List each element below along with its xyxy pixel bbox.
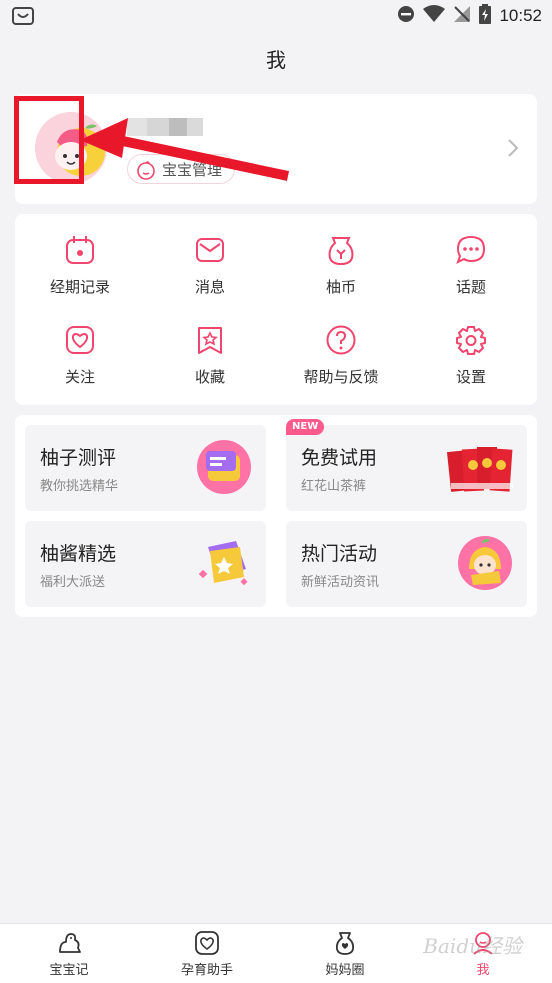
card-title: 热门活动: [301, 543, 378, 565]
card-title: 柚酱精选: [40, 543, 117, 565]
gift-star-icon: [196, 535, 252, 595]
menu-item-follow[interactable]: 关注: [15, 324, 145, 404]
menu-item-label: 收藏: [194, 368, 225, 386]
bag-heart-icon: [335, 932, 355, 955]
chevron-right-icon[interactable]: [507, 138, 519, 162]
wifi-icon: [423, 5, 446, 27]
heart-icon: [66, 326, 94, 354]
annotation-arrow: [70, 110, 292, 186]
card-subtitle: 教你挑选精华: [40, 479, 119, 494]
nav-label: 宝宝记: [49, 963, 89, 978]
product-packs-icon: [446, 441, 519, 501]
gear-icon: [456, 326, 486, 355]
nav-label: 我: [476, 963, 490, 978]
menu-item-period-record[interactable]: 经期记录: [15, 234, 145, 314]
menu-item-coins[interactable]: 柚币: [276, 234, 406, 314]
dinosaur-icon: [59, 933, 81, 953]
menu-item-label: 设置: [455, 368, 486, 386]
watermark: Baidu经验: [423, 934, 522, 958]
card-hot-events[interactable]: 热门活动 新鲜活动资讯: [286, 521, 527, 607]
menu-item-label: 关注: [64, 368, 95, 386]
card-yuzijiang-picks[interactable]: 柚酱精选 福利大派送: [25, 521, 266, 607]
do-not-disturb-icon: [397, 5, 415, 27]
nav-tab-moms-circle[interactable]: 妈妈圈: [276, 930, 414, 978]
envelope-icon: [196, 238, 224, 262]
card-title: 免费试用: [301, 447, 378, 469]
no-signal-icon: [453, 5, 471, 27]
review-folder-icon: [196, 439, 252, 499]
card-subtitle: 红花山茶裤: [301, 479, 367, 494]
menu-item-topics[interactable]: 话题: [406, 234, 536, 314]
feature-cards: 柚子测评 教你挑选精华 NEW 免费试用 红花山茶裤 柚酱精选 福利大派送 热门…: [15, 415, 537, 617]
coin-pouch-icon: [328, 237, 354, 266]
menu-item-label: 柚币: [325, 278, 356, 296]
nav-tab-pregnancy-assistant[interactable]: 孕育助手: [138, 930, 276, 978]
status-time: 10:52: [499, 6, 542, 25]
battery-icon: [479, 4, 492, 28]
nav-label: 妈妈圈: [325, 963, 365, 978]
card-subtitle: 新鲜活动资讯: [301, 575, 380, 590]
calendar-icon: [66, 236, 94, 264]
card-subtitle: 福利大派送: [40, 575, 106, 590]
nav-tab-baby-diary[interactable]: 宝宝记: [0, 930, 138, 978]
menu-item-label: 帮助与反馈: [303, 368, 379, 386]
status-bar: 10:52: [0, 0, 552, 32]
nav-label: 孕育助手: [180, 963, 233, 978]
question-icon: [326, 325, 356, 355]
menu-item-label: 经期记录: [49, 278, 110, 296]
menu-item-help-feedback[interactable]: 帮助与反馈: [276, 324, 406, 404]
menu-item-settings[interactable]: 设置: [406, 324, 536, 404]
menu-item-label: 话题: [455, 278, 486, 296]
heart-frame-icon: [195, 931, 219, 955]
page-title: 我: [266, 47, 286, 72]
card-yuzi-review[interactable]: 柚子测评 教你挑选精华: [25, 425, 266, 511]
menu-item-messages[interactable]: 消息: [145, 234, 275, 314]
new-badge: NEW: [286, 419, 325, 435]
mascot-icon: [457, 535, 513, 595]
star-bookmark-icon: [198, 327, 222, 354]
menu-item-label: 消息: [194, 278, 225, 296]
card-free-trial[interactable]: NEW 免费试用 红花山茶裤: [286, 419, 527, 511]
feature-menu: 经期记录 消息 柚币 话题 关注 收藏 帮助与反馈 设置: [15, 214, 537, 405]
card-title: 柚子测评: [40, 447, 117, 469]
app-notification-icon: [12, 6, 34, 30]
chat-bubble-icon: [456, 235, 486, 264]
title-bar: 我: [0, 32, 552, 84]
menu-item-favorites[interactable]: 收藏: [145, 324, 275, 404]
